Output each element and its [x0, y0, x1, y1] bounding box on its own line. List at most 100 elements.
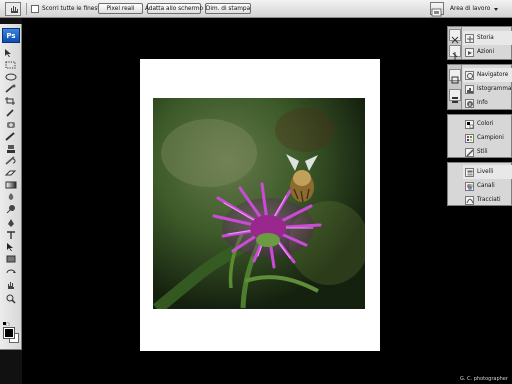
hand-tool-icon [11, 6, 18, 13]
history-brush-tool[interactable] [2, 156, 20, 166]
panel-label-info: Info [477, 100, 488, 106]
scroll-all-windows-label: Scorri tutte le finestre [42, 6, 106, 12]
options-bar: Scorri tutte le finestre Pixel reali Ada… [0, 0, 512, 18]
actual-pixels-button[interactable]: Pixel reali [98, 3, 143, 14]
tools-panel-icon[interactable] [449, 29, 461, 44]
options-divider [26, 3, 27, 15]
layers-icon [465, 167, 474, 177]
history-brush-icon [5, 156, 16, 165]
panel-label-colori: Colori [477, 121, 494, 127]
blur-tool[interactable] [2, 192, 20, 202]
histogram-icon [465, 84, 474, 94]
toolbox: Ps [0, 24, 22, 350]
swatches-icon [465, 133, 474, 143]
photographer-credit: G. C. photographer [460, 376, 508, 382]
document-photo[interactable] [153, 98, 365, 309]
panel-row-campioni[interactable]: Campioni [463, 131, 512, 145]
panel-row-storia[interactable]: Storia [463, 31, 512, 45]
panel-row-azioni[interactable]: Azioni [463, 45, 512, 59]
panel-row-navigatore[interactable]: Navigatore [463, 68, 512, 82]
actions-icon [465, 47, 474, 57]
eyedropper-icon [6, 109, 14, 117]
brush-panel-icon[interactable] [449, 45, 461, 60]
3d-rotate-icon [6, 269, 16, 274]
quick-selection-tool[interactable] [2, 84, 20, 94]
color-icon [465, 119, 474, 129]
panel-group-color-swatches: Colori Campioni Stili [447, 114, 512, 158]
scroll-all-windows-checkbox-wrap[interactable]: Scorri tutte le finestre [31, 3, 105, 15]
history-icon [465, 33, 474, 43]
3d-rotate-tool[interactable] [2, 268, 20, 278]
panel-group-navigator-info: Navigatore Istogramma Info [447, 64, 512, 110]
type-icon [7, 231, 15, 239]
marquee-tool[interactable] [2, 60, 20, 70]
gradient-tool[interactable] [2, 180, 20, 190]
dodge-tool[interactable] [2, 204, 20, 214]
crop-icon [5, 97, 15, 105]
panel-label-campioni: Campioni [477, 135, 504, 141]
photoshop-logo: Ps [2, 28, 20, 43]
panel-label-navigatore: Navigatore [477, 72, 509, 78]
path-selection-tool[interactable] [2, 242, 20, 252]
panel-row-colori[interactable]: Colori [463, 117, 512, 131]
panel-label-istogramma: Istogramma [477, 86, 512, 92]
healing-brush-icon [7, 122, 15, 128]
type-tool[interactable] [2, 230, 20, 240]
panel-label-tracciati: Tracciati [477, 197, 501, 203]
move-icon [5, 49, 11, 57]
eraser-icon [4, 170, 17, 176]
marquee-icon [5, 61, 16, 69]
panel-row-tracciati[interactable]: Tracciati [463, 193, 512, 207]
hand-tool[interactable] [2, 280, 20, 290]
dodge-icon [6, 205, 15, 214]
navigator-icon [465, 70, 474, 80]
chevron-down-icon [494, 7, 499, 11]
pen-icon [8, 219, 14, 227]
brush-icon [5, 132, 15, 141]
channels-icon [465, 181, 474, 191]
eyedropper-tool[interactable] [2, 108, 20, 118]
lasso-tool[interactable] [2, 72, 20, 82]
quick-selection-icon [5, 84, 16, 93]
path-selection-icon [7, 243, 13, 251]
tool-preset-button[interactable] [5, 2, 21, 16]
zoom-icon [6, 294, 16, 304]
panel-label-stili: Stili [477, 149, 488, 155]
print-size-button[interactable]: Dim. di stampa [205, 3, 251, 14]
shape-tool[interactable] [2, 254, 20, 264]
character-panel-icon[interactable] [449, 89, 461, 103]
pen-tool[interactable] [2, 218, 20, 228]
panel-group-layers: Livelli Canali Tracciati [447, 162, 512, 206]
hand-icon [8, 282, 14, 289]
panel-row-canali[interactable]: Canali [463, 179, 512, 193]
styles-icon [465, 147, 474, 157]
fit-screen-button[interactable]: Adatta allo schermo [145, 3, 203, 14]
bridge-icon [431, 8, 442, 17]
panel-group-history-actions: Storia Azioni [447, 26, 512, 60]
foreground-color-swatch[interactable] [3, 327, 15, 339]
bridge-button[interactable] [430, 2, 444, 17]
scroll-all-windows-checkbox[interactable] [31, 5, 39, 13]
paths-icon [465, 195, 474, 205]
eraser-tool[interactable] [2, 168, 20, 178]
clone-stamp-tool[interactable] [2, 144, 20, 154]
brush-tool[interactable] [2, 132, 20, 142]
gradient-icon [5, 181, 17, 189]
zoom-tool[interactable] [2, 294, 20, 304]
clone-source-panel-icon[interactable] [449, 69, 461, 84]
crop-tool[interactable] [2, 96, 20, 106]
workspace-selector[interactable]: Area di lavoro [450, 3, 499, 15]
dock-icons-group-1 [448, 27, 462, 60]
panel-label-canali: Canali [477, 183, 495, 189]
move-tool[interactable] [2, 48, 20, 58]
panel-row-istogramma[interactable]: Istogramma [463, 82, 512, 96]
healing-brush-tool[interactable] [2, 120, 20, 130]
panel-row-livelli[interactable]: Livelli [463, 165, 512, 179]
default-colors-icon[interactable] [3, 322, 10, 326]
clone-stamp-icon [7, 145, 15, 153]
panel-row-stili[interactable]: Stili [463, 145, 512, 159]
lasso-icon [5, 73, 17, 81]
dock-icons-group-2 [448, 65, 462, 109]
panel-row-info[interactable]: Info [463, 96, 512, 110]
blur-icon [8, 193, 14, 200]
